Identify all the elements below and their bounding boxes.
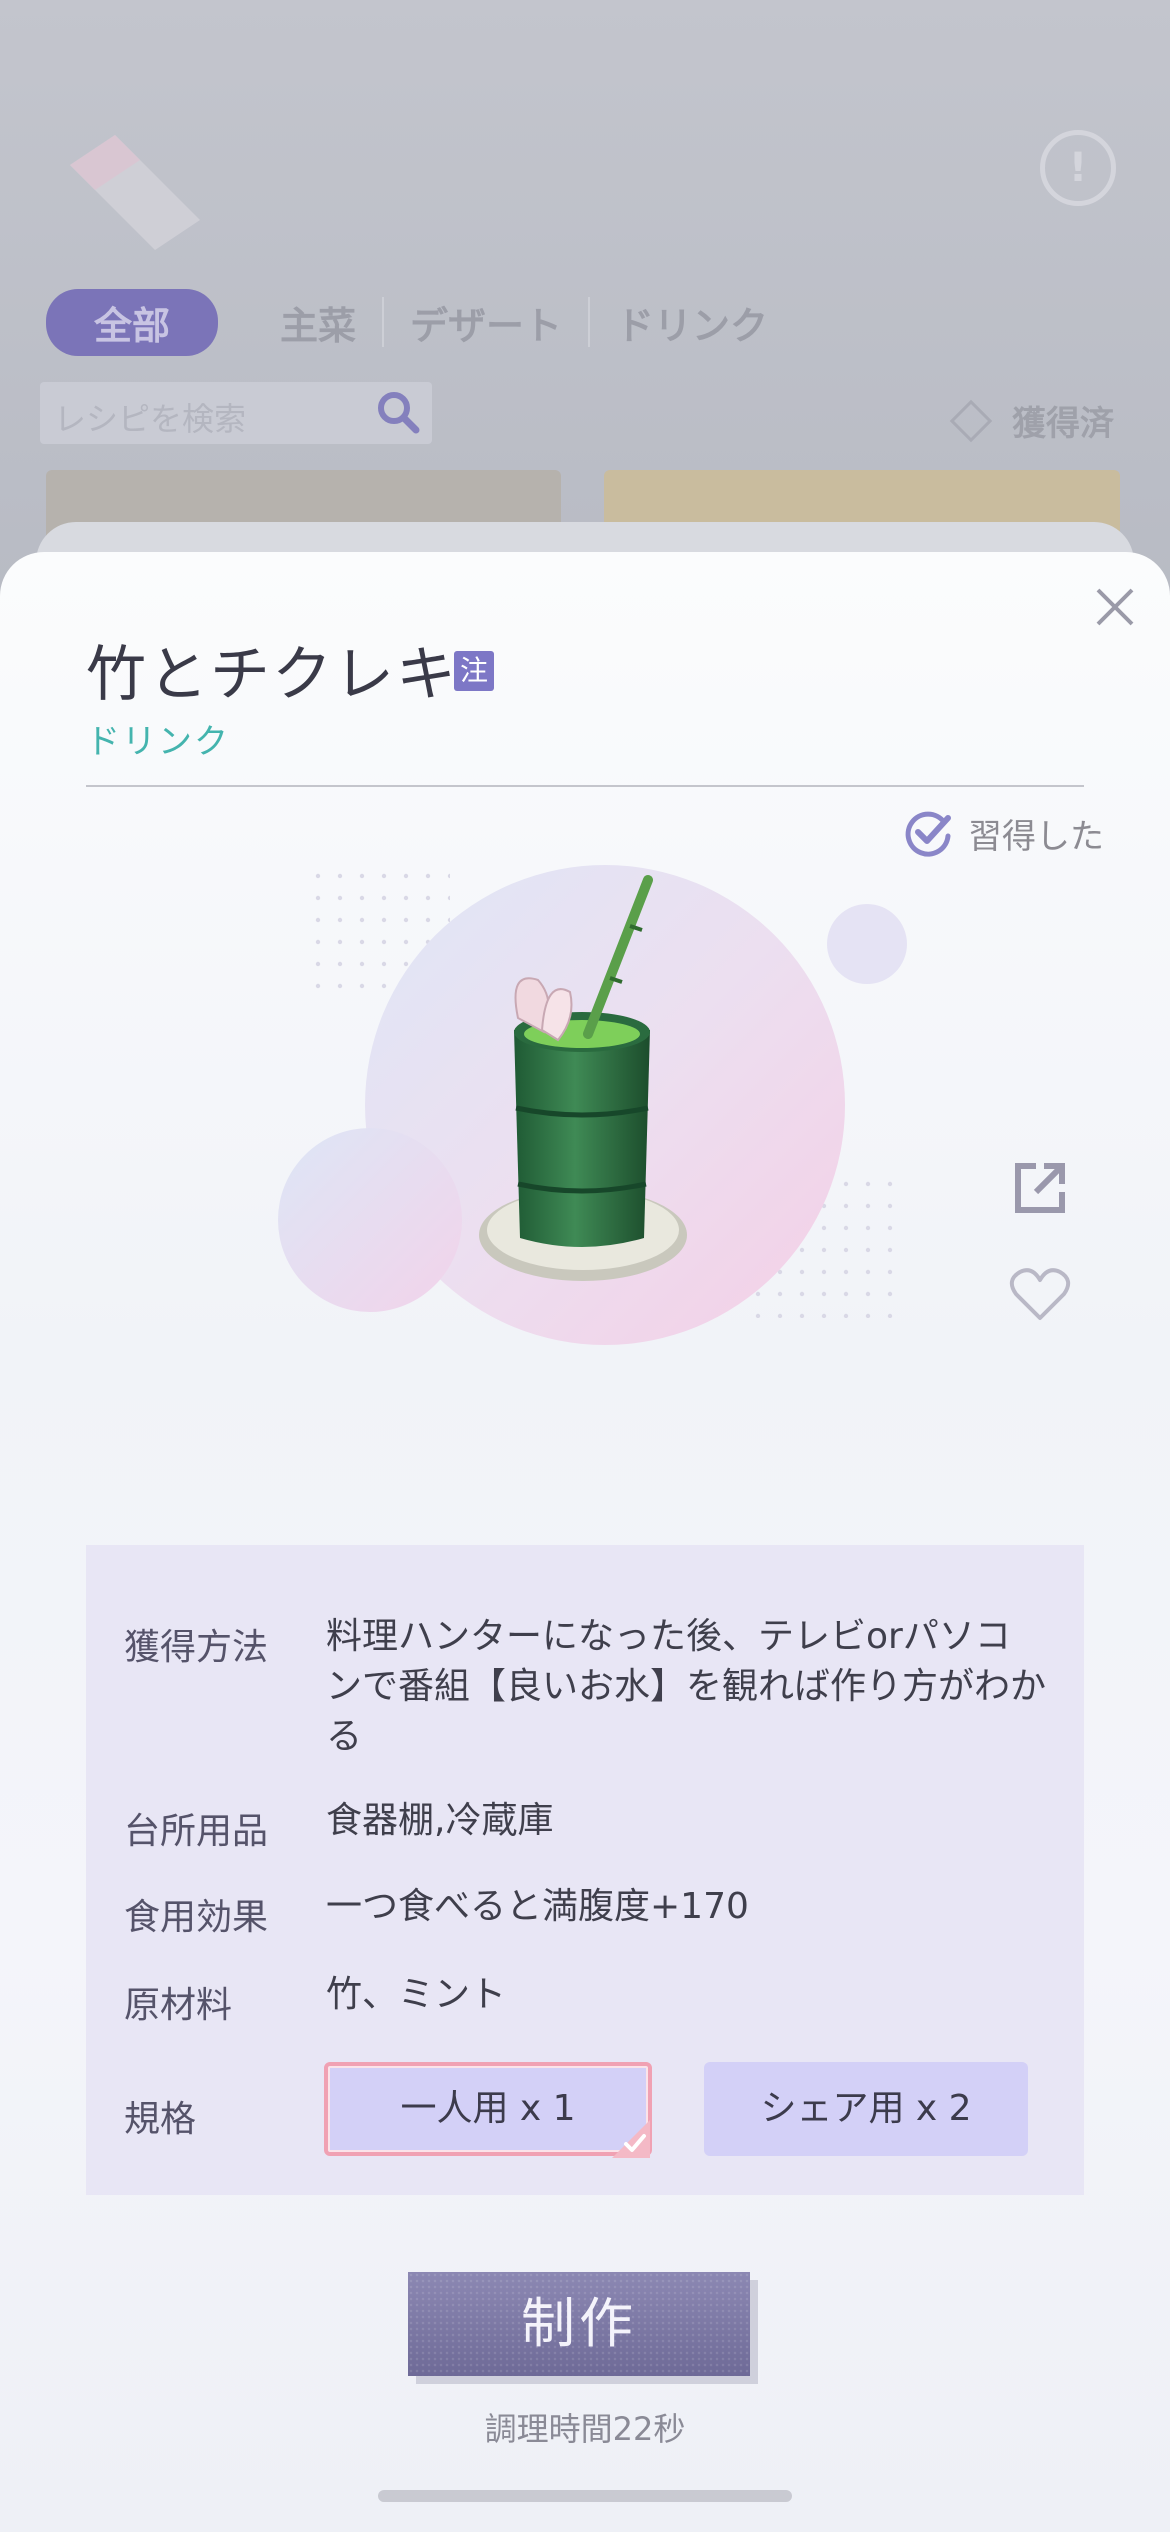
- utensils-value: 食器棚,冷蔵庫: [326, 1800, 554, 1841]
- tab-all: 全部: [46, 288, 219, 356]
- checkmark-icon: [612, 2120, 650, 2158]
- check-circle-icon: [905, 811, 951, 857]
- spec-option-single[interactable]: 一人用 x 1: [324, 2062, 652, 2156]
- search-placeholder: レシピを検索: [54, 400, 247, 438]
- tab-drink: ドリンク: [616, 303, 769, 348]
- ingredients-label: 原材料: [124, 1985, 233, 2026]
- note-badge[interactable]: 注: [454, 651, 494, 691]
- share-icon[interactable]: [1010, 1158, 1070, 1218]
- diamond-icon: [949, 399, 993, 442]
- recipe-category: ドリンク: [86, 722, 230, 762]
- background-screen: ! 全部 主菜 デザート ドリンク レシピを検索 獲得済: [0, 0, 1170, 600]
- effect-label: 食用効果: [124, 1897, 269, 1938]
- effect-value: 一つ食べると満腹度+170: [326, 1886, 749, 1927]
- utensils-label: 台所用品: [124, 1811, 269, 1852]
- spec-option-share[interactable]: シェア用 x 2: [704, 2062, 1028, 2156]
- acquire-value: 料理ハンターになった後、テレビorパソコンで番組【良いお水】を観れば作り方がわか…: [326, 1616, 1047, 1757]
- tab-divider: [382, 297, 385, 347]
- tab-divider: [588, 297, 591, 347]
- app-logo-icon: [70, 135, 200, 250]
- make-button[interactable]: 制作: [408, 2272, 750, 2376]
- learned-label: 習得した: [968, 816, 1104, 857]
- ingredients-value: 竹、ミント: [326, 1974, 507, 2015]
- learned-status: 習得した: [904, 808, 1104, 858]
- title-divider: [86, 785, 1084, 787]
- heart-icon[interactable]: [1008, 1266, 1072, 1324]
- tab-main: 主菜: [280, 303, 357, 348]
- owned-filter: 獲得済: [949, 396, 1114, 445]
- home-indicator[interactable]: [378, 2490, 792, 2502]
- recipe-title: 竹とチクレキ: [86, 640, 458, 710]
- search-icon: [378, 392, 420, 434]
- cook-time: 調理時間22秒: [484, 2410, 686, 2448]
- dish-illustration: [278, 860, 907, 1345]
- category-tabs: 全部 主菜 デザート ドリンク: [46, 288, 830, 356]
- acquire-label: 獲得方法: [124, 1627, 269, 1668]
- search-input: レシピを検索: [40, 382, 432, 444]
- tab-dessert: デザート: [410, 303, 563, 348]
- owned-filter-label: 獲得済: [1012, 404, 1114, 444]
- spec-label: 規格: [124, 2099, 197, 2140]
- info-icon: !: [1040, 130, 1116, 206]
- close-icon[interactable]: [1092, 584, 1138, 630]
